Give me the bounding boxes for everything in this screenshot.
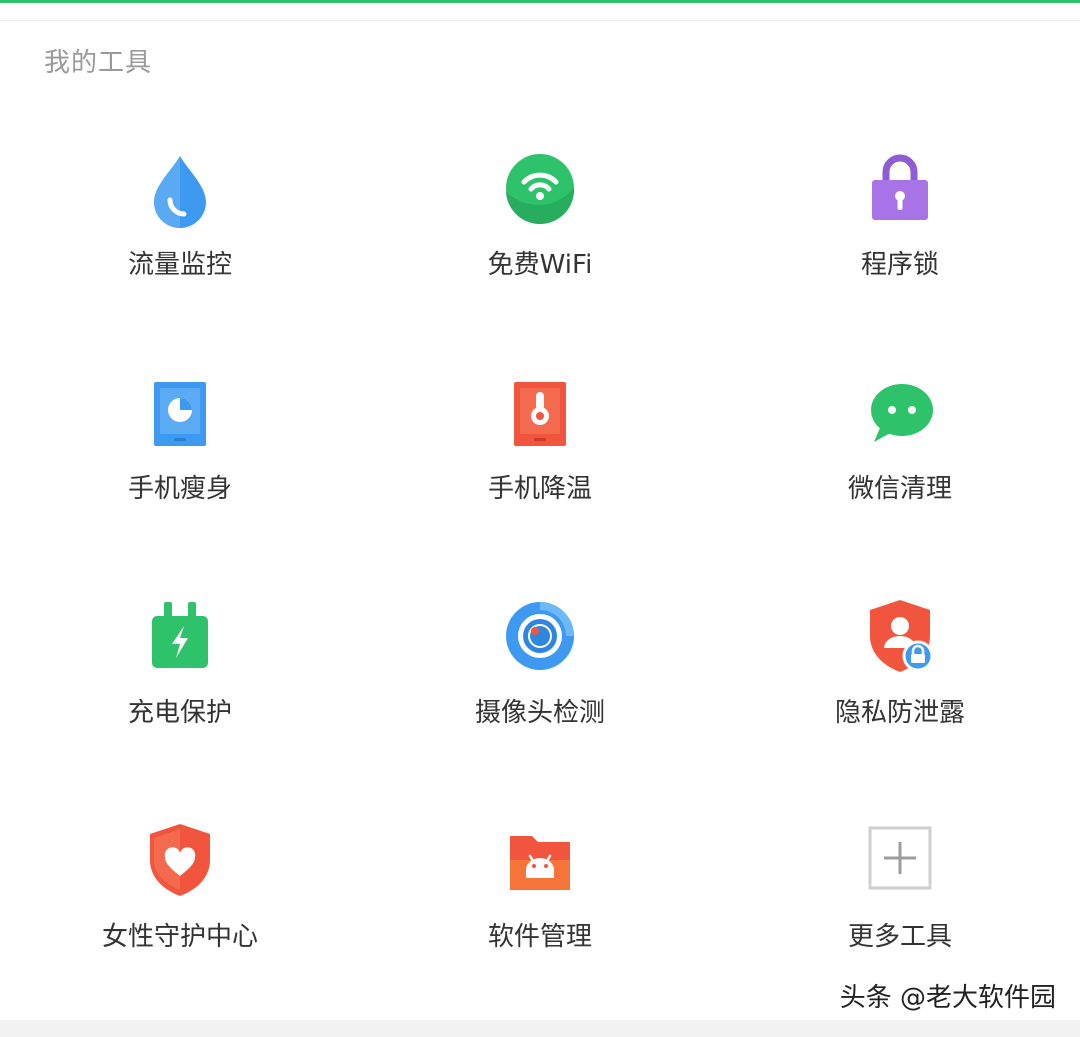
watermark-text: 头条 @老大软件园 [839,983,1056,1013]
plus-icon [860,820,940,900]
tool-label: 软件管理 [487,922,592,952]
tool-label: 程序锁 [860,250,939,280]
section-title: 我的工具 [44,48,153,78]
tool-software-manage[interactable]: 软件管理 [360,802,720,1026]
tool-label: 手机瘦身 [127,474,232,504]
water-drop-icon [140,148,220,228]
tool-label: 充电保护 [127,698,232,728]
thermometer-icon [500,372,580,452]
tool-camera-detect[interactable]: 摄像头检测 [360,578,720,802]
privacy-shield-icon [860,596,940,676]
tool-label: 微信清理 [847,474,952,504]
tool-free-wifi[interactable]: 免费WiFi [360,130,720,354]
tool-label: 流量监控 [127,250,232,280]
heart-shield-icon [140,820,220,900]
tool-women-guard[interactable]: 女性守护中心 [0,802,360,1026]
tool-app-lock[interactable]: 程序锁 [720,130,1080,354]
charger-icon [140,596,220,676]
wifi-icon [500,148,580,228]
tool-label: 女性守护中心 [101,922,258,952]
tool-traffic-monitor[interactable]: 流量监控 [0,130,360,354]
tool-phone-cool[interactable]: 手机降温 [360,354,720,578]
tool-label: 摄像头检测 [474,698,605,728]
top-accent-bar [0,0,1080,3]
lock-icon [860,148,940,228]
tool-label: 隐私防泄露 [834,698,965,728]
tool-phone-slim[interactable]: 手机瘦身 [0,354,360,578]
android-folder-icon [500,820,580,900]
tool-label: 更多工具 [847,922,952,952]
wechat-icon [860,372,940,452]
bottom-bar [0,1020,1080,1037]
tool-charge-protect[interactable]: 充电保护 [0,578,360,802]
tool-label: 手机降温 [487,474,592,504]
tool-wechat-clean[interactable]: 微信清理 [720,354,1080,578]
tool-label: 免费WiFi [487,250,593,280]
tool-privacy-protect[interactable]: 隐私防泄露 [720,578,1080,802]
top-divider [0,20,1080,21]
camera-lens-icon [500,596,580,676]
storage-pie-icon [140,372,220,452]
